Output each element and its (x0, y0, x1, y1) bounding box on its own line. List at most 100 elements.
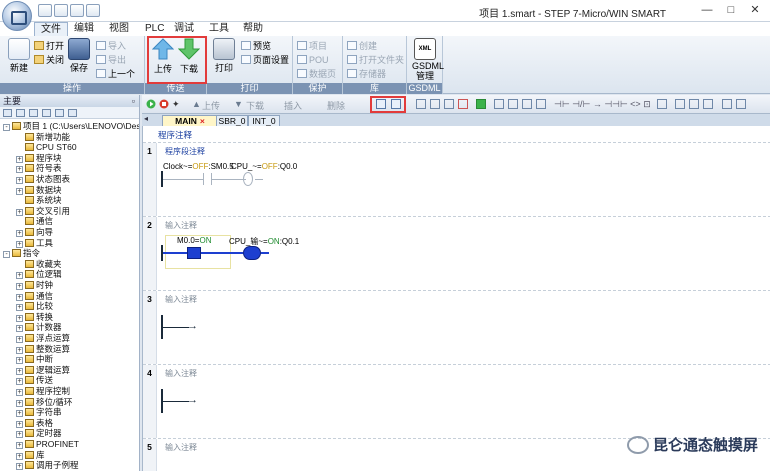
network-comment[interactable]: 输入注释 (165, 368, 197, 379)
tree-expander-icon[interactable]: + (16, 463, 23, 471)
tree-item[interactable]: + 向导 (16, 227, 53, 238)
close-tab-icon[interactable]: × (200, 116, 205, 126)
memory-button[interactable]: 存储器 (347, 68, 386, 80)
contact-m00[interactable] (187, 247, 201, 259)
menu-plc[interactable]: PLC (139, 22, 170, 36)
tree-filter-icon[interactable] (55, 109, 64, 117)
open-branch-arrow-icon[interactable]: → (187, 321, 198, 332)
tree-expander-icon[interactable]: + (16, 420, 23, 428)
network-comment[interactable]: 输入注释 (165, 442, 197, 453)
open-button[interactable]: 打开 (34, 40, 64, 52)
tree-item[interactable]: + 转换 (16, 312, 53, 323)
app-menu-button[interactable] (2, 1, 32, 31)
tree-expander-icon[interactable]: + (16, 389, 23, 396)
run-icon[interactable] (146, 99, 156, 109)
protect-pou-button[interactable]: POU (297, 54, 329, 66)
tab-int0[interactable]: INT_0 (248, 115, 280, 126)
download-small-icon[interactable]: ▼ (234, 99, 243, 109)
tree-item[interactable]: + 状态图表 (16, 174, 70, 185)
tree-view-icon[interactable] (3, 109, 12, 117)
tree-item[interactable]: 收藏夹 (16, 259, 62, 270)
tree-item[interactable]: + 程序块 (16, 153, 62, 164)
tree-tile-icon[interactable] (29, 109, 38, 117)
tree-expander-icon[interactable]: + (16, 187, 23, 195)
menu-file[interactable]: 文件 (34, 22, 68, 36)
toolbar-icon-f[interactable] (494, 99, 504, 109)
stop-icon[interactable] (159, 99, 169, 109)
tree-expander-icon[interactable]: + (16, 155, 23, 163)
tree-item[interactable]: + 表格 (16, 418, 53, 429)
tree-item[interactable]: + 逻辑运算 (16, 365, 70, 376)
open-lib-folder-button[interactable]: 打开文件夹 (347, 54, 404, 66)
tree-expander-icon[interactable]: + (16, 357, 23, 365)
tree-item[interactable]: 通信 (16, 216, 53, 227)
open-branch-arrow-icon[interactable]: → (187, 395, 198, 406)
tree-item[interactable]: + 字符串 (16, 407, 62, 418)
toolbar-icon-n[interactable] (722, 99, 732, 109)
toolbar-icon-a[interactable] (416, 99, 426, 109)
tree-expander-icon[interactable]: + (16, 431, 23, 439)
network-1[interactable]: 1 程序段注释 Clock~=OFF:SM0.5 CPU_~=OFF:Q0.0 (143, 142, 770, 216)
tree-item[interactable]: + 整数运算 (16, 344, 70, 355)
tree-item[interactable]: + 库 (16, 450, 45, 461)
tree-expander-icon[interactable]: + (16, 177, 23, 184)
tree-expander-icon[interactable]: - (3, 124, 10, 131)
tree-item[interactable]: + 符号表 (16, 163, 62, 174)
tree-item[interactable]: + 浮点运算 (16, 333, 70, 344)
toolbar-icon-d[interactable] (458, 99, 468, 109)
preview-button[interactable]: 预览 (241, 40, 271, 52)
tree-expander-icon[interactable]: + (16, 314, 23, 322)
network-comment[interactable]: 输入注释 (165, 220, 197, 231)
tree-item[interactable]: + 比较 (16, 301, 53, 312)
compile-icon[interactable]: ✦ (172, 99, 180, 110)
contact-insert-icon[interactable]: ⊣⊢ ⊣/⊢ → ⊣ (554, 99, 612, 110)
tree-expander-icon[interactable]: + (16, 452, 23, 460)
tree-item[interactable]: - 指令 (3, 248, 40, 259)
tree-item[interactable]: + 时钟 (16, 280, 53, 291)
tree-item[interactable]: + 传送 (16, 375, 53, 386)
tree-item[interactable]: 新增功能 (16, 132, 70, 143)
tree-item[interactable]: + 位逻辑 (16, 269, 62, 280)
toolbar-icon-h[interactable] (522, 99, 532, 109)
tree-expander-icon[interactable]: + (16, 304, 23, 312)
network-4[interactable]: 4 输入注释 → (143, 364, 770, 438)
coil-insert-icon[interactable]: ⊣⊢ <> ⊡ (612, 99, 651, 110)
tree-item[interactable]: CPU ST60 (16, 142, 77, 153)
tree-expander-icon[interactable]: + (16, 293, 23, 301)
tree-item[interactable]: + 定时器 (16, 428, 62, 439)
tree-expander-icon[interactable]: - (3, 251, 10, 259)
tree-expander-icon[interactable]: + (16, 283, 23, 290)
tree-list-icon[interactable] (16, 109, 25, 117)
toolbar-icon-k[interactable] (675, 99, 685, 109)
toolbar-download-button[interactable]: 下载 (246, 99, 264, 112)
tree-props-icon[interactable] (42, 109, 51, 117)
tree-item[interactable]: + 程序控制 (16, 386, 70, 397)
tree-item[interactable]: + PROFINET (16, 439, 79, 450)
protect-data-page-button[interactable]: 数据页 (297, 68, 336, 80)
tree-item[interactable]: + 交叉引用 (16, 206, 70, 217)
toolbar-icon-m[interactable] (703, 99, 713, 109)
upload-small-icon[interactable]: ▲ (192, 99, 201, 109)
toolbar-upload-button[interactable]: 上传 (202, 99, 220, 112)
toolbar-icon-b[interactable] (430, 99, 440, 109)
pin-icon[interactable]: ▫ (132, 95, 135, 107)
minimize-button[interactable]: — (696, 3, 718, 18)
toolbar-icon-l[interactable] (689, 99, 699, 109)
tab-main[interactable]: MAIN × (162, 115, 218, 126)
menu-help[interactable]: 帮助 (237, 22, 269, 36)
menu-debug[interactable]: 调试 (168, 22, 200, 36)
tree-item[interactable]: + 通信 (16, 291, 53, 302)
toolbar-icon-o[interactable] (736, 99, 746, 109)
toolbar-icon-g[interactable] (508, 99, 518, 109)
tree-item[interactable]: - 项目 1 (C:\Users\LENOVO\Deskto (3, 121, 139, 132)
toolbar-icon-i[interactable] (536, 99, 546, 109)
menu-view[interactable]: 视图 (103, 22, 135, 36)
tab-sbr0[interactable]: SBR_0 (216, 115, 248, 126)
close-project-button[interactable]: 关闭 (34, 54, 64, 66)
toolbar-insert-button[interactable]: 插入 (284, 99, 302, 112)
tree-item[interactable]: + 工具 (16, 238, 53, 249)
tree-expander-icon[interactable]: + (16, 208, 23, 216)
page-setup-button[interactable]: 页面设置 (241, 54, 289, 66)
save-button[interactable]: 保存 (66, 38, 92, 74)
toolbar-icon-j[interactable] (657, 99, 667, 109)
